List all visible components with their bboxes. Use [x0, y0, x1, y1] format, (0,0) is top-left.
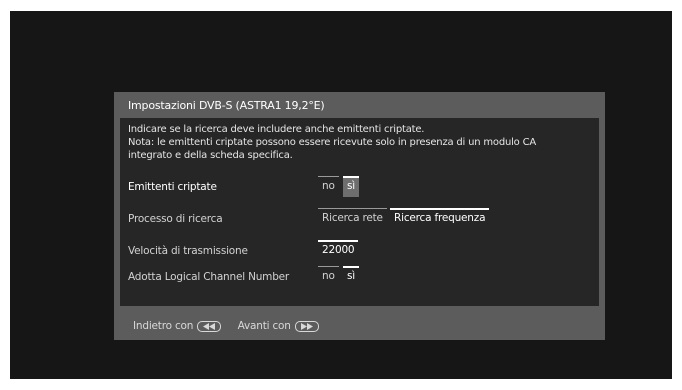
footer-hints: Indietro con Avanti con	[133, 320, 321, 332]
tv-screen: Impostazioni DVB-S (ASTRA1 19,2°E) Indic…	[10, 11, 672, 379]
info-line: Nota: le emittenti criptate possono esse…	[128, 137, 537, 148]
lcn-label: Adotta Logical Channel Number	[128, 271, 290, 283]
dialog-title: Impostazioni DVB-S (ASTRA1 19,2°E)	[128, 99, 325, 112]
symbol-rate-label: Velocità di trasmissione	[128, 245, 248, 257]
info-line: integrato e della scheda specifica.	[128, 150, 293, 161]
encrypted-channels-label: Emittenti criptate	[128, 181, 217, 193]
dvbs-settings-dialog: Impostazioni DVB-S (ASTRA1 19,2°E) Indic…	[114, 92, 605, 340]
fast-forward-button-icon	[294, 320, 319, 332]
search-process-option-network[interactable]: Ricerca rete	[318, 208, 387, 229]
dialog-content: Indicare se la ricerca deve includere an…	[120, 118, 599, 306]
rewind-button-icon	[197, 320, 222, 332]
lcn-option-yes[interactable]: sì	[343, 266, 359, 287]
info-text: Indicare se la ricerca deve includere an…	[128, 123, 536, 162]
search-process-option-frequency[interactable]: Ricerca frequenza	[390, 208, 490, 229]
encrypted-option-no[interactable]: no	[318, 176, 339, 197]
back-hint-label: Indietro con	[133, 320, 194, 332]
symbol-rate-value[interactable]: 22000	[318, 240, 359, 261]
info-line: Indicare se la ricerca deve includere an…	[128, 124, 425, 135]
encrypted-option-yes[interactable]: sì	[343, 176, 359, 197]
search-process-label: Processo di ricerca	[128, 213, 223, 225]
lcn-option-no[interactable]: no	[318, 266, 339, 287]
forward-hint-label: Avanti con	[237, 320, 291, 332]
